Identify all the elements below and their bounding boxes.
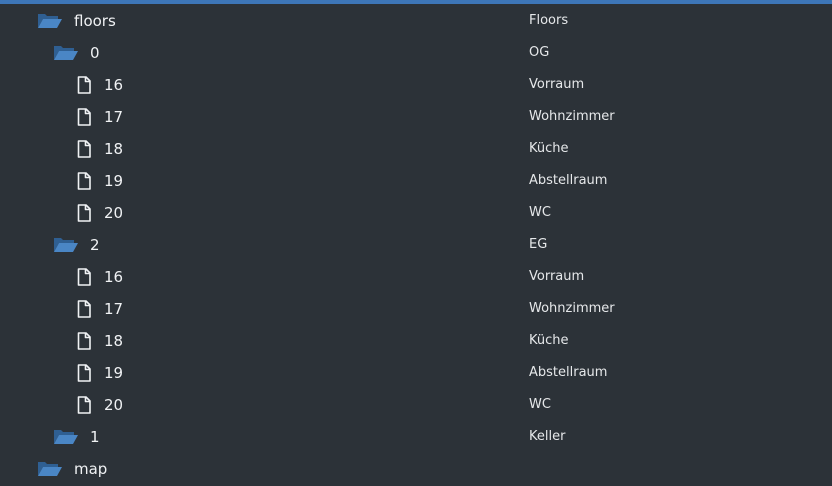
tree-node-room[interactable]: 20 WC xyxy=(0,389,832,421)
tree-node-label: 16 xyxy=(104,76,124,94)
file-icon xyxy=(76,364,102,382)
folder-open-icon xyxy=(53,44,79,62)
tree-node-description: Wohnzimmer xyxy=(529,109,615,124)
file-icon xyxy=(76,204,102,222)
folder-open-icon xyxy=(53,428,79,446)
file-icon xyxy=(76,140,102,158)
tree-node-floor-1[interactable]: 1 Keller xyxy=(0,421,832,453)
tree-node-description: Vorraum xyxy=(529,77,585,92)
tree-node-description: Keller xyxy=(529,429,566,444)
tree-node-label: 19 xyxy=(104,364,124,382)
tree-node-label: floors xyxy=(74,12,116,30)
tree-node-room[interactable]: 20 WC xyxy=(0,197,832,229)
tree-node-label: 20 xyxy=(104,396,124,414)
tree-node-floor-0[interactable]: 0 OG xyxy=(0,37,832,69)
file-icon xyxy=(76,332,102,350)
tree-node-label: 18 xyxy=(104,140,124,158)
file-icon xyxy=(76,108,102,126)
tree-node-room[interactable]: 18 Küche xyxy=(0,133,832,165)
tree-node-label: 17 xyxy=(104,300,124,318)
tree-node-label: 19 xyxy=(104,172,124,190)
tree-node-description: Abstellraum xyxy=(529,365,608,380)
tree-node-room[interactable]: 19 Abstellraum xyxy=(0,165,832,197)
tree-node-label: 17 xyxy=(104,108,124,126)
tree-node-description: Küche xyxy=(529,333,569,348)
folder-open-icon xyxy=(37,12,63,30)
folder-open-icon xyxy=(37,460,63,478)
tree-node-label: 2 xyxy=(90,236,100,254)
tree-node-room[interactable]: 17 Wohnzimmer xyxy=(0,101,832,133)
folder-open-icon xyxy=(53,236,79,254)
tree-node-floor-2[interactable]: 2 EG xyxy=(0,229,832,261)
tree-node-room[interactable]: 16 Vorraum xyxy=(0,69,832,101)
tree-node-label: map xyxy=(74,460,108,478)
tree-node-description: OG xyxy=(529,45,550,60)
tree-node-description: EG xyxy=(529,237,548,252)
tree-node-label: 1 xyxy=(90,428,100,446)
window-top-accent-bar xyxy=(0,0,832,4)
tree-node-room[interactable]: 18 Küche xyxy=(0,325,832,357)
tree-node-room[interactable]: 17 Wohnzimmer xyxy=(0,293,832,325)
tree-node-room[interactable]: 16 Vorraum xyxy=(0,261,832,293)
file-icon xyxy=(76,268,102,286)
tree-node-description: Küche xyxy=(529,141,569,156)
file-icon xyxy=(76,300,102,318)
tree-node-description: WC xyxy=(529,397,551,412)
tree-node-description: Abstellraum xyxy=(529,173,608,188)
tree-node-description: Wohnzimmer xyxy=(529,301,615,316)
tree-node-label: 18 xyxy=(104,332,124,350)
file-icon xyxy=(76,76,102,94)
tree-view: floors Floors 0 OG 16 Vorraum 17 Wohnzim… xyxy=(0,5,832,485)
tree-node-floors[interactable]: floors Floors xyxy=(0,5,832,37)
file-icon xyxy=(76,396,102,414)
tree-node-description: WC xyxy=(529,205,551,220)
file-icon xyxy=(76,172,102,190)
tree-node-label: 0 xyxy=(90,44,100,62)
tree-node-description: Vorraum xyxy=(529,269,585,284)
tree-node-map[interactable]: map xyxy=(0,453,832,485)
tree-node-label: 20 xyxy=(104,204,124,222)
tree-node-description: Floors xyxy=(529,13,569,28)
tree-node-label: 16 xyxy=(104,268,124,286)
tree-node-room[interactable]: 19 Abstellraum xyxy=(0,357,832,389)
